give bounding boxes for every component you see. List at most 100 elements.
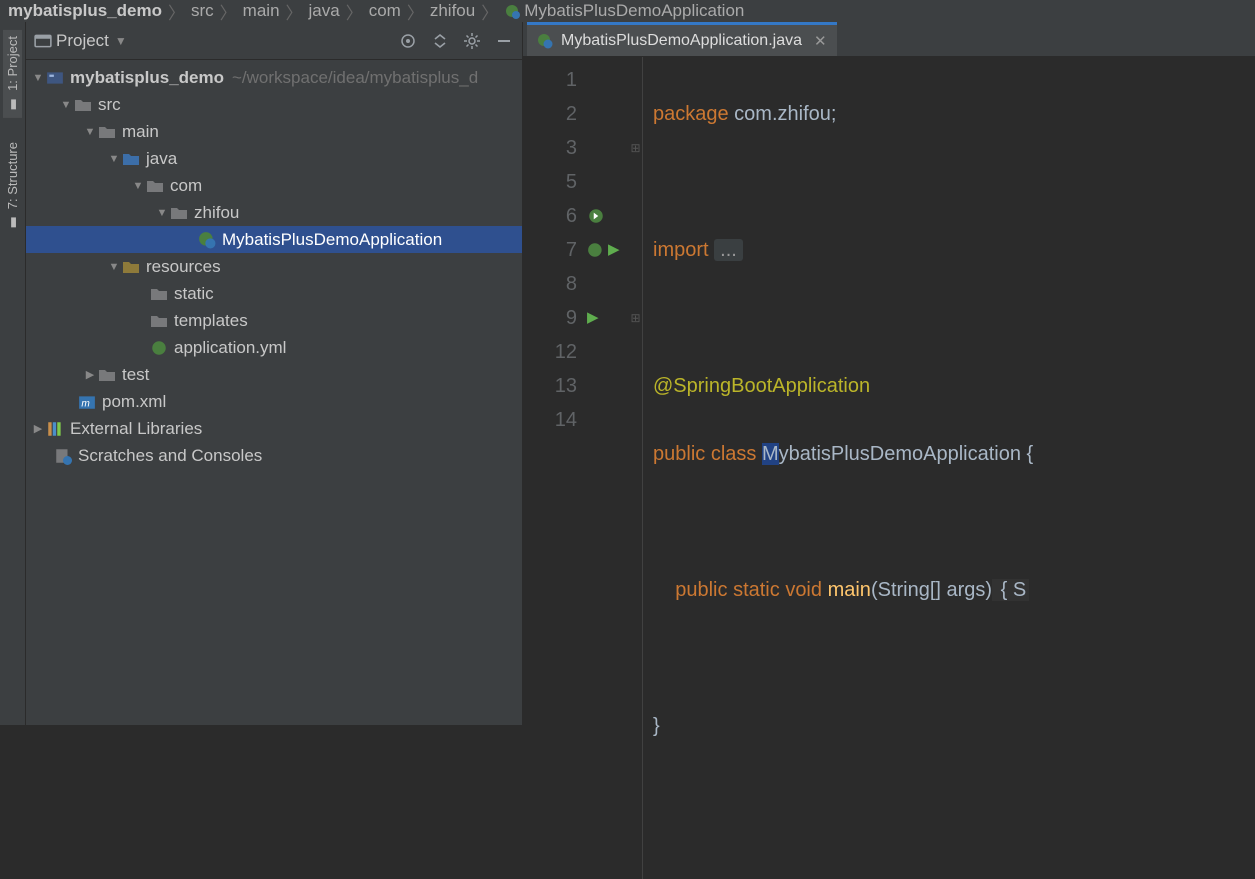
tree-item-app-class[interactable]: MybatisPlusDemoApplication [26, 226, 522, 253]
code-content[interactable]: package com.zhifou; import ... @SpringBo… [643, 57, 1255, 879]
code-editor[interactable]: 1 2 3 5 6 7 8 9 12 13 14 ▶ ▶ [523, 57, 1255, 879]
fold-expand-icon[interactable]: ⊞ [629, 301, 642, 335]
class-icon [198, 232, 216, 248]
project-tool-tab[interactable]: ▮ 1: Project [3, 30, 22, 118]
arrow-right-icon[interactable]: ▶ [84, 368, 96, 381]
close-icon[interactable]: ✕ [814, 32, 827, 50]
package-icon [170, 205, 188, 221]
module-icon [46, 70, 64, 86]
editor-area: MybatisPlusDemoApplication.java ✕ 1 2 3 … [523, 22, 1255, 725]
project-tool-label: 1: Project [5, 36, 20, 91]
arrow-right-icon[interactable]: ▶ [32, 422, 44, 435]
crumb[interactable]: src [191, 1, 214, 21]
crumb[interactable]: mybatisplus_demo [8, 1, 162, 21]
project-view-icon [34, 32, 52, 50]
kw: class [711, 443, 757, 465]
tree-item-external-libraries[interactable]: ▶ External Libraries [26, 415, 522, 442]
tree-item-java[interactable]: ▼ java [26, 145, 522, 172]
run-gutter-icon[interactable]: ▶ [587, 301, 629, 335]
chevron-right-icon: 〉 [481, 0, 498, 24]
caret-char: M [762, 443, 779, 465]
line-number: 7 [523, 233, 577, 267]
project-tree[interactable]: ▼ mybatisplus_demo ~/workspace/idea/myba… [26, 60, 522, 725]
folded-body[interactable]: { S [992, 579, 1029, 601]
crumb[interactable]: MybatisPlusDemoApplication [524, 1, 744, 21]
scratches-icon [54, 448, 72, 464]
tree-label: External Libraries [70, 419, 202, 439]
tree-item-resources[interactable]: ▼ resources [26, 253, 522, 280]
maven-icon: m [78, 394, 96, 410]
tree-root[interactable]: ▼ mybatisplus_demo ~/workspace/idea/myba… [26, 64, 522, 91]
crumb[interactable]: java [309, 1, 340, 21]
arrow-down-icon[interactable]: ▼ [132, 180, 144, 192]
source-folder-icon [122, 151, 140, 167]
tree-item-scratches[interactable]: Scratches and Consoles [26, 442, 522, 469]
arrow-down-icon[interactable]: ▼ [32, 72, 44, 84]
gear-icon[interactable] [462, 31, 482, 51]
tree-item-zhifou[interactable]: ▼ zhifou [26, 199, 522, 226]
line-number: 13 [523, 369, 577, 403]
crumb[interactable]: com [369, 1, 401, 21]
tree-item-src[interactable]: ▼ src [26, 91, 522, 118]
tree-label: com [170, 176, 202, 196]
folder-icon [74, 97, 92, 113]
library-icon [46, 421, 64, 437]
panel-title[interactable]: Project [56, 31, 109, 51]
run-gutter-icon[interactable]: ▶ [587, 233, 629, 267]
tree-label: resources [146, 257, 221, 277]
svg-text:m: m [81, 398, 89, 409]
line-number: 6 [523, 199, 577, 233]
arrow-down-icon[interactable]: ▼ [60, 99, 72, 111]
class-name: ybatisPlusDemoApplication [779, 443, 1021, 465]
line-number-gutter: 1 2 3 5 6 7 8 9 12 13 14 [523, 57, 587, 879]
kw: static [733, 579, 780, 601]
folded-imports[interactable]: ... [714, 239, 743, 261]
gutter-icon-column: ▶ ▶ [587, 57, 629, 879]
bean-gutter-icon[interactable] [587, 199, 629, 233]
kw: import [653, 239, 709, 261]
target-icon[interactable] [398, 31, 418, 51]
tree-item-static[interactable]: static [26, 280, 522, 307]
line-number: 14 [523, 403, 577, 437]
arrow-down-icon[interactable]: ▼ [108, 261, 120, 273]
tree-item-main[interactable]: ▼ main [26, 118, 522, 145]
breadcrumb: mybatisplus_demo 〉 src 〉 main 〉 java 〉 c… [0, 0, 1255, 22]
folder-icon: ▮ [5, 97, 20, 112]
tree-item-application-yml[interactable]: application.yml [26, 334, 522, 361]
tree-item-com[interactable]: ▼ com [26, 172, 522, 199]
tree-item-test[interactable]: ▶ test [26, 361, 522, 388]
chevron-down-icon[interactable]: ▼ [115, 34, 127, 48]
folder-icon [98, 367, 116, 383]
tree-item-pom[interactable]: m pom.xml [26, 388, 522, 415]
chevron-right-icon: 〉 [346, 0, 363, 24]
tree-label: src [98, 95, 121, 115]
expand-all-icon[interactable] [430, 31, 450, 51]
editor-tabs: MybatisPlusDemoApplication.java ✕ [523, 22, 1255, 57]
folder-icon [150, 286, 168, 302]
editor-tab[interactable]: MybatisPlusDemoApplication.java ✕ [527, 22, 837, 56]
fold-expand-icon[interactable]: ⊞ [629, 131, 642, 165]
project-panel-header: Project ▼ [26, 22, 522, 60]
chevron-right-icon: 〉 [168, 0, 185, 24]
tree-label: java [146, 149, 177, 169]
tree-item-templates[interactable]: templates [26, 307, 522, 334]
hide-icon[interactable] [494, 31, 514, 51]
tree-label: Scratches and Consoles [78, 446, 262, 466]
folder-icon [150, 313, 168, 329]
kw: void [785, 579, 822, 601]
project-panel: Project ▼ ▼ mybatisplus_demo ~/workspace… [26, 22, 523, 725]
tool-window-bar: ▮ 1: Project ▮ 7: Structure [0, 22, 26, 725]
arrow-down-icon[interactable]: ▼ [108, 153, 120, 165]
tree-label: MybatisPlusDemoApplication [222, 230, 442, 250]
code-text: com.zhifou; [729, 103, 837, 125]
resources-folder-icon [122, 259, 140, 275]
arrow-down-icon[interactable]: ▼ [84, 126, 96, 138]
line-number: 9 [523, 301, 577, 335]
arrow-down-icon[interactable]: ▼ [156, 207, 168, 219]
tree-label: static [174, 284, 214, 304]
folder-icon [98, 124, 116, 140]
yml-icon [150, 340, 168, 356]
crumb[interactable]: main [243, 1, 280, 21]
structure-tool-tab[interactable]: ▮ 7: Structure [3, 136, 22, 236]
crumb[interactable]: zhifou [430, 1, 475, 21]
